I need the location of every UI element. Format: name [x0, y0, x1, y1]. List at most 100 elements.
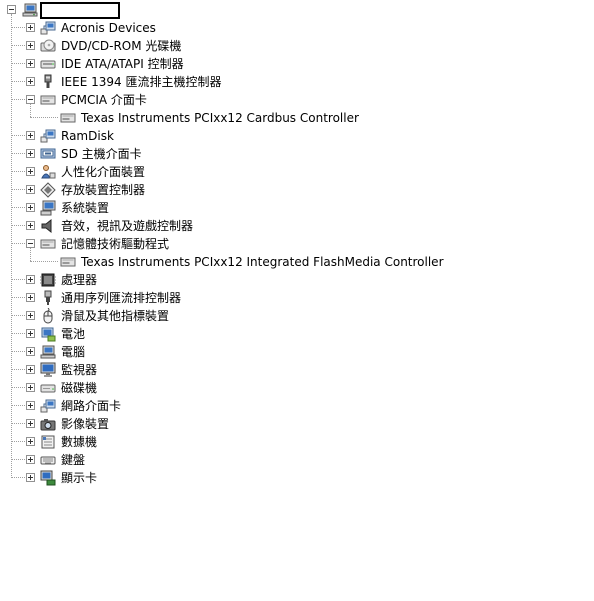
expand-toggle[interactable] — [26, 149, 35, 158]
tree-child-item[interactable]: Texas Instruments PCIxx12 Integrated Fla… — [0, 248, 560, 271]
tree-item-label: DVD/CD-ROM 光碟機 — [61, 39, 182, 53]
expand-toggle[interactable] — [26, 311, 35, 320]
tree-item-label: 顯示卡 — [61, 471, 98, 485]
expand-toggle[interactable] — [26, 41, 35, 50]
tree-connector — [11, 153, 25, 154]
expand-toggle[interactable] — [26, 185, 35, 194]
tree-connector — [11, 477, 25, 478]
tree-item-label: SD 主機介面卡 — [61, 147, 142, 161]
tree-connector — [11, 99, 25, 100]
disk-drive-icon — [40, 380, 56, 396]
tree-item[interactable]: 通用序列匯流排控制器 — [0, 289, 560, 307]
expand-toggle[interactable] — [26, 383, 35, 392]
tree-item[interactable]: PCMCIA 介面卡 — [0, 91, 560, 109]
tree-item[interactable]: 處理器 — [0, 271, 560, 289]
expand-toggle[interactable] — [26, 347, 35, 356]
tree-item-label: 磁碟機 — [61, 381, 98, 395]
tree-item[interactable]: 鍵盤 — [0, 451, 560, 469]
tree-item-label: 網路介面卡 — [61, 399, 122, 413]
tree-connector — [11, 45, 25, 46]
network-device-icon — [40, 128, 56, 144]
tree-item-label: IEEE 1394 匯流排主機控制器 — [61, 75, 222, 89]
tree-item-label: 記憶體技術驅動程式 — [61, 237, 170, 251]
tree-connector — [11, 171, 25, 172]
tree-item-label: 影像裝置 — [61, 417, 110, 431]
tree-item[interactable]: 顯示卡 — [0, 469, 560, 487]
expand-toggle[interactable] — [26, 419, 35, 428]
tree-item[interactable]: 監視器 — [0, 361, 560, 379]
usb-icon — [40, 290, 56, 306]
tree-item[interactable]: 電池 — [0, 325, 560, 343]
tree-guide-line — [11, 14, 12, 478]
memory-device-icon — [60, 254, 76, 270]
tree-connector — [30, 104, 31, 117]
expand-toggle[interactable] — [26, 293, 35, 302]
tree-connector — [11, 333, 25, 334]
expand-toggle[interactable] — [26, 167, 35, 176]
expand-toggle[interactable] — [26, 221, 35, 230]
expand-toggle[interactable] — [26, 203, 35, 212]
collapse-toggle[interactable] — [7, 5, 16, 14]
tree-item-label: RamDisk — [61, 129, 114, 143]
ide-controller-icon — [40, 56, 56, 72]
tree-item[interactable]: 電腦 — [0, 343, 560, 361]
sd-host-icon — [40, 146, 56, 162]
tree-item[interactable]: 磁碟機 — [0, 379, 560, 397]
tree-item-label: 系統裝置 — [61, 201, 110, 215]
expand-toggle[interactable] — [26, 401, 35, 410]
storage-controller-icon — [40, 182, 56, 198]
collapse-toggle[interactable] — [26, 95, 35, 104]
tree-item[interactable]: 記憶體技術驅動程式 — [0, 235, 560, 253]
expand-toggle[interactable] — [26, 23, 35, 32]
optical-drive-icon — [40, 38, 56, 54]
tree-item[interactable]: IDE ATA/ATAPI 控制器 — [0, 55, 560, 73]
tree-item[interactable]: 影像裝置 — [0, 415, 560, 433]
tree-connector — [11, 189, 25, 190]
tree-item-label: 數據機 — [61, 435, 98, 449]
tree-item[interactable]: 存放裝置控制器 — [0, 181, 560, 199]
tree-connector — [11, 423, 25, 424]
tree-item[interactable]: 音效，視訊及遊戲控制器 — [0, 217, 560, 235]
tree-item[interactable]: RamDisk — [0, 127, 560, 145]
tree-child-label: Texas Instruments PCIxx12 Integrated Fla… — [81, 255, 444, 269]
modem-icon — [40, 434, 56, 450]
collapse-toggle[interactable] — [26, 239, 35, 248]
display-adapter-icon — [40, 470, 56, 486]
tree-item[interactable]: SD 主機介面卡 — [0, 145, 560, 163]
tree-item[interactable]: Acronis Devices — [0, 19, 560, 37]
tree-item-label: 音效，視訊及遊戲控制器 — [61, 219, 194, 233]
expand-toggle[interactable] — [26, 365, 35, 374]
expand-toggle[interactable] — [26, 275, 35, 284]
tree-item-label: 處理器 — [61, 273, 98, 287]
tree-item-label: IDE ATA/ATAPI 控制器 — [61, 57, 184, 71]
expand-toggle[interactable] — [26, 131, 35, 140]
tree-connector — [11, 243, 25, 244]
system-device-icon — [40, 200, 56, 216]
tree-child-label: Texas Instruments PCIxx12 Cardbus Contro… — [81, 111, 359, 125]
network-adapter-icon — [40, 398, 56, 414]
tree-item[interactable]: IEEE 1394 匯流排主機控制器 — [0, 73, 560, 91]
mouse-icon — [40, 307, 56, 324]
pcmcia-adapter-icon — [40, 92, 56, 108]
expand-toggle[interactable] — [26, 455, 35, 464]
tree-item[interactable]: DVD/CD-ROM 光碟機 — [0, 37, 560, 55]
tree-item[interactable]: 網路介面卡 — [0, 397, 560, 415]
tree-root[interactable] — [0, 1, 130, 19]
tree-item[interactable]: 人性化介面裝置 — [0, 163, 560, 181]
tree-item[interactable]: 數據機 — [0, 433, 560, 451]
tree-item-label: 存放裝置控制器 — [61, 183, 146, 197]
tree-item[interactable]: 系統裝置 — [0, 199, 560, 217]
tree-item[interactable]: 滑鼠及其他指標裝置 — [0, 307, 560, 325]
tree-connector — [11, 405, 25, 406]
tree-connector — [11, 225, 25, 226]
tree-item-label: 電腦 — [61, 345, 86, 359]
tree-item-label: Acronis Devices — [61, 21, 156, 35]
expand-toggle[interactable] — [26, 473, 35, 482]
expand-toggle[interactable] — [26, 437, 35, 446]
tree-child-item[interactable]: Texas Instruments PCIxx12 Cardbus Contro… — [0, 104, 560, 127]
expand-toggle[interactable] — [26, 329, 35, 338]
expand-toggle[interactable] — [26, 59, 35, 68]
expand-toggle[interactable] — [26, 77, 35, 86]
memory-tech-icon — [40, 236, 56, 252]
imaging-device-icon — [40, 416, 56, 432]
